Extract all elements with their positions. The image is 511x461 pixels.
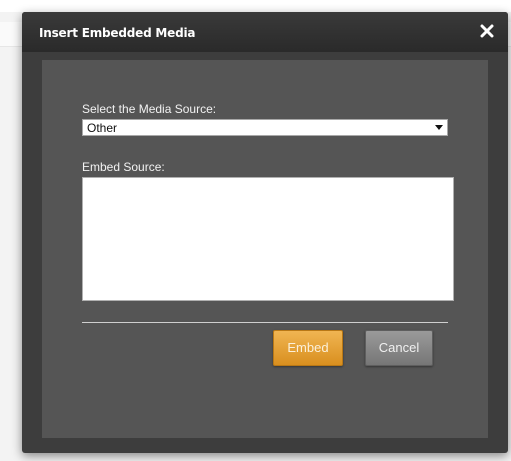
dialog-header: Insert Embedded Media bbox=[22, 12, 508, 52]
media-source-value: Other bbox=[87, 121, 118, 135]
close-button[interactable] bbox=[480, 24, 494, 38]
page-top-strip bbox=[0, 0, 511, 12]
divider bbox=[82, 322, 448, 323]
chevron-down-icon bbox=[435, 125, 443, 130]
media-source-select[interactable]: Other bbox=[82, 119, 448, 136]
embed-source-textarea[interactable] bbox=[82, 177, 454, 301]
cancel-button[interactable]: Cancel bbox=[365, 330, 433, 366]
close-icon bbox=[480, 24, 494, 38]
dialog-body: Select the Media Source: Other Embed Sou… bbox=[42, 60, 488, 438]
embed-button[interactable]: Embed bbox=[273, 330, 343, 366]
dialog-title: Insert Embedded Media bbox=[39, 26, 196, 40]
media-source-label: Select the Media Source: bbox=[82, 102, 217, 116]
insert-embedded-media-dialog: Insert Embedded Media Select the Media S… bbox=[22, 12, 508, 453]
embed-source-label: Embed Source: bbox=[82, 160, 165, 174]
